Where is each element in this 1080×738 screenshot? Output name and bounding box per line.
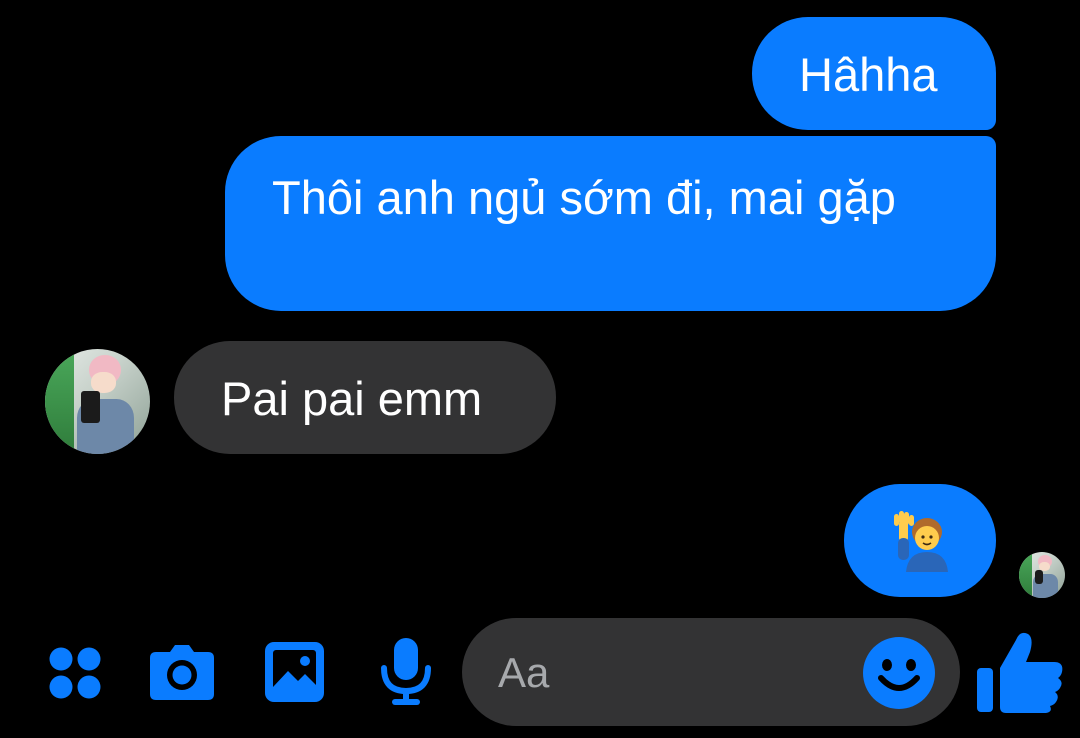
message-input-placeholder: Aa <box>498 649 550 696</box>
person-raising-hand-icon <box>894 510 948 572</box>
message-text: Hâhha <box>799 48 938 101</box>
sent-emoji-bubble[interactable] <box>844 484 996 597</box>
avatar-phone <box>80 391 100 423</box>
avatar-phone <box>1034 570 1043 585</box>
seen-indicator-avatar <box>1019 552 1065 598</box>
camera-icon[interactable] <box>148 642 216 702</box>
emoji-icon[interactable] <box>862 636 936 710</box>
microphone-icon[interactable] <box>379 636 433 706</box>
apps-icon[interactable] <box>47 645 103 701</box>
chat-screen: Hâhha Thôi anh ngủ sớm đi, mai gặp Pai p… <box>0 0 1080 738</box>
thumbs-up-icon[interactable] <box>974 628 1066 714</box>
message-text: Thôi anh ngủ sớm đi, mai gặp <box>272 171 896 224</box>
avatar-face <box>91 372 117 394</box>
message-input[interactable]: Aa <box>462 618 960 726</box>
gallery-icon[interactable] <box>264 641 325 703</box>
message-text: Pai pai emm <box>221 372 483 425</box>
contact-avatar[interactable] <box>45 349 150 454</box>
received-message-bubble[interactable]: Pai pai emm <box>174 341 556 454</box>
sent-message-bubble[interactable]: Thôi anh ngủ sớm đi, mai gặp <box>225 136 996 311</box>
sent-message-bubble[interactable]: Hâhha <box>752 17 996 130</box>
